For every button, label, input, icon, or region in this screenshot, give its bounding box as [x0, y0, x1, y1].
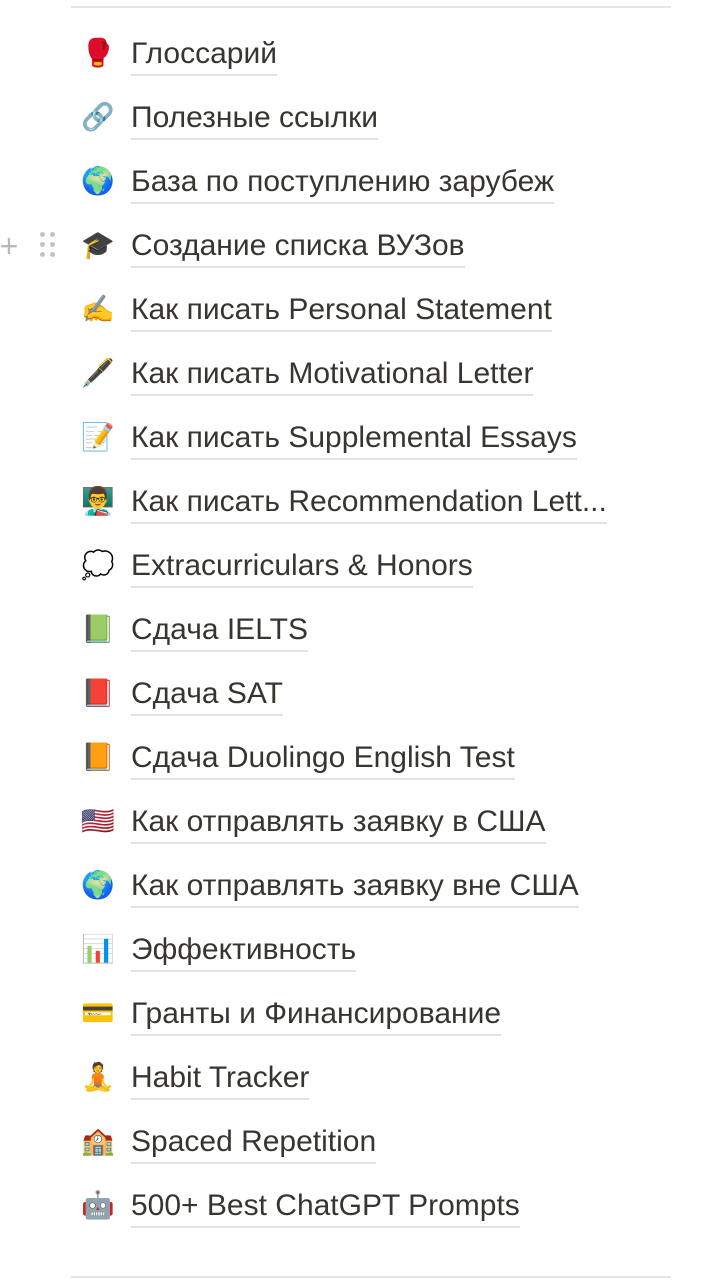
page-link-useful-links[interactable]: Полезные ссылки — [131, 100, 378, 140]
drag-handle-icon[interactable] — [38, 232, 58, 260]
page-link-personal-statement[interactable]: Как писать Personal Statement — [131, 292, 552, 332]
page-row[interactable]: 🔗 Полезные ссылки — [0, 86, 725, 150]
page-link-efficiency[interactable]: Эффективность — [131, 932, 357, 972]
page-row[interactable]: 🏫 Spaced Repetition — [0, 1110, 725, 1174]
page-link-apply-outside-usa[interactable]: Как отправлять заявку вне США — [131, 868, 579, 908]
page-link-spaced-repetition[interactable]: Spaced Repetition — [131, 1124, 377, 1164]
page-link-extracurriculars[interactable]: Extracurriculars & Honors — [131, 548, 473, 588]
fountain-pen-icon: 🖋️ — [81, 358, 115, 389]
page-link-motivational-letter[interactable]: Как писать Motivational Letter — [131, 356, 534, 396]
globe-icon: 🌍 — [81, 166, 115, 197]
page-link-list: 🥊 Глоссарий 🔗 Полезные ссылки 🌍 База по … — [0, 22, 725, 1238]
page-link-admission-base[interactable]: База по поступлению зарубеж — [131, 164, 555, 204]
page-row[interactable]: 👨‍🏫 Как писать Recommendation Lett... — [0, 470, 725, 534]
robot-icon: 🤖 — [81, 1190, 115, 1221]
us-flag-icon: 🇺🇸 — [81, 806, 115, 837]
page-link-apply-usa[interactable]: Как отправлять заявку в США — [131, 804, 546, 844]
memo-icon: 📝 — [81, 422, 115, 453]
meditation-icon: 🧘 — [81, 1062, 115, 1093]
globe-icon: 🌍 — [81, 870, 115, 901]
page-link-recommendation-letter[interactable]: Как писать Recommendation Lett... — [131, 484, 607, 524]
graduation-cap-icon: 🎓 — [81, 230, 115, 261]
page-row[interactable]: 🇺🇸 Как отправлять заявку в США — [0, 790, 725, 854]
page-link-glossary[interactable]: Глоссарий — [131, 36, 277, 76]
page-row[interactable]: 📕 Сдача SAT — [0, 662, 725, 726]
page-link-chatgpt-prompts[interactable]: 500+ Best ChatGPT Prompts — [131, 1188, 520, 1228]
teacher-icon: 👨‍🏫 — [81, 486, 115, 517]
page-link-grants[interactable]: Гранты и Финансирование — [131, 996, 502, 1036]
page-row[interactable]: 🖋️ Как писать Motivational Letter — [0, 342, 725, 406]
page-row[interactable]: 🌍 Как отправлять заявку вне США — [0, 854, 725, 918]
thought-bubble-icon: 💭 — [81, 550, 115, 581]
block-handles: + — [0, 228, 70, 264]
page-row[interactable]: + 🎓 Создание списка ВУЗов — [0, 214, 725, 278]
boxing-glove-icon: 🥊 — [81, 38, 115, 69]
page-row[interactable]: ✍️ Как писать Personal Statement — [0, 278, 725, 342]
page-row[interactable]: 🧘 Habit Tracker — [0, 1046, 725, 1110]
orange-book-icon: 📙 — [81, 742, 115, 773]
page-row[interactable]: 💳 Гранты и Финансирование — [0, 982, 725, 1046]
credit-card-icon: 💳 — [81, 998, 115, 1029]
page-link-university-list[interactable]: Создание списка ВУЗов — [131, 228, 465, 268]
page-row[interactable]: 📙 Сдача Duolingo English Test — [0, 726, 725, 790]
top-divider — [71, 6, 671, 8]
page-link-habit-tracker[interactable]: Habit Tracker — [131, 1060, 310, 1100]
link-icon: 🔗 — [81, 102, 115, 133]
page-row[interactable]: 📗 Сдача IELTS — [0, 598, 725, 662]
page-row[interactable]: 📝 Как писать Supplemental Essays — [0, 406, 725, 470]
writing-hand-icon: ✍️ — [81, 294, 115, 325]
page-link-duolingo[interactable]: Сдача Duolingo English Test — [131, 740, 515, 780]
page-row[interactable]: 💭 Extracurriculars & Honors — [0, 534, 725, 598]
page-link-supplemental-essays[interactable]: Как писать Supplemental Essays — [131, 420, 577, 460]
school-icon: 🏫 — [81, 1126, 115, 1157]
page-row[interactable]: 🤖 500+ Best ChatGPT Prompts — [0, 1174, 725, 1238]
green-book-icon: 📗 — [81, 614, 115, 645]
page-row[interactable]: 🥊 Глоссарий — [0, 22, 725, 86]
page-row[interactable]: 🌍 База по поступлению зарубеж — [0, 150, 725, 214]
add-block-icon[interactable]: + — [0, 228, 22, 264]
bottom-divider — [71, 1276, 671, 1278]
bar-chart-icon: 📊 — [81, 934, 115, 965]
red-book-icon: 📕 — [81, 678, 115, 709]
page-row[interactable]: 📊 Эффективность — [0, 918, 725, 982]
page-link-sat[interactable]: Сдача SAT — [131, 676, 283, 716]
page-link-ielts[interactable]: Сдача IELTS — [131, 612, 308, 652]
